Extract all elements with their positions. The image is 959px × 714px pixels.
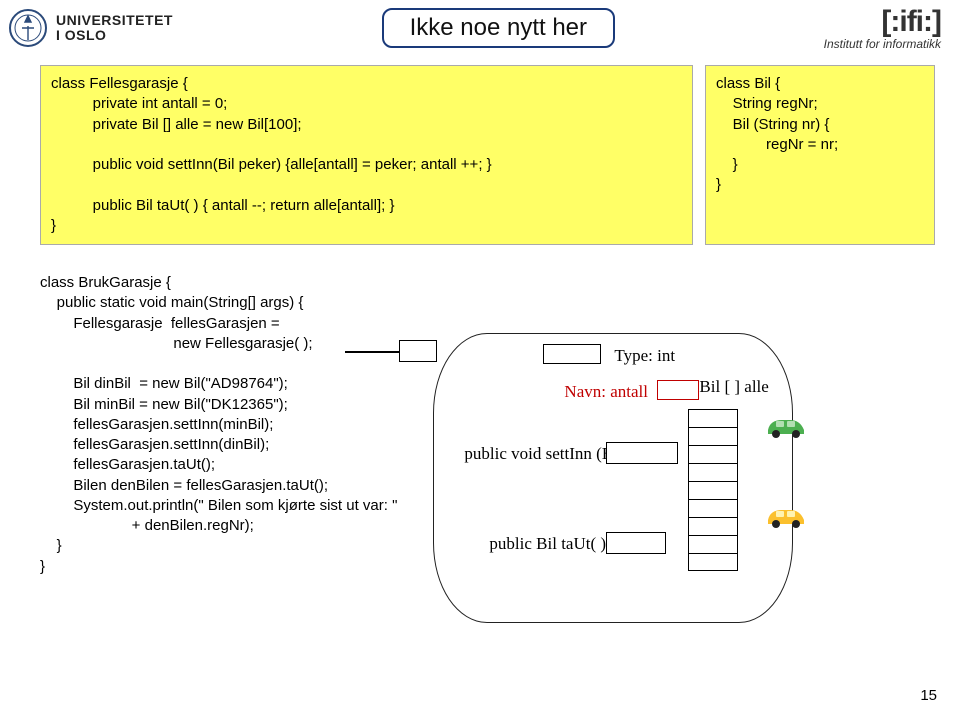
object-diagram: Type: int Navn: antall Bil [ ] alle publ… [433, 333, 793, 623]
code-row-top: class Fellesgarasje { private int antall… [0, 55, 959, 245]
car-yellow-icon [764, 502, 808, 530]
page-number: 15 [920, 687, 937, 704]
array-slot [688, 535, 738, 553]
ifi-subtitle: Institutt for informatikk [824, 37, 941, 51]
connector-box [399, 340, 437, 362]
ifi-logo-text: [:ifi:] [824, 8, 941, 35]
type-label: Type: int [614, 346, 675, 366]
array-label: Bil [ ] alle [699, 377, 768, 397]
array-slot [688, 553, 738, 571]
array-slot [688, 499, 738, 517]
array-slot [688, 517, 738, 535]
connector-line [345, 351, 403, 353]
uni-line1: UNIVERSITETET [56, 13, 173, 28]
array-slot [688, 481, 738, 499]
array-slot [688, 463, 738, 481]
uio-logo-block: UNIVERSITETET I OSLO [8, 8, 173, 48]
name-label: Navn: antall [564, 382, 648, 402]
bottom-row: class BrukGarasje { public static void m… [0, 245, 959, 623]
slide-header: UNIVERSITETET I OSLO Ikke noe nytt her [… [0, 0, 959, 55]
university-name: UNIVERSITETET I OSLO [56, 13, 173, 42]
ifi-logo-block: [:ifi:] Institutt for informatikk [824, 8, 941, 51]
method-taut-box [606, 532, 666, 554]
code-bil: class Bil { String regNr; Bil (String nr… [705, 65, 935, 245]
code-fellesgarasje: class Fellesgarasje { private int antall… [40, 65, 693, 245]
method-taut-label: public Bil taUt( ) [489, 534, 606, 554]
antall-box [657, 380, 699, 400]
array-slot [688, 445, 738, 463]
uio-seal-icon [8, 8, 48, 48]
array-slot [688, 409, 738, 427]
code-brukgarasje: class BrukGarasje { public static void m… [40, 273, 397, 577]
slide-banner: Ikke noe nytt her [382, 8, 615, 48]
method-settinn-box [606, 442, 678, 464]
array-slot [688, 427, 738, 445]
array-slots [688, 409, 738, 571]
uni-line2: I OSLO [56, 28, 173, 43]
type-box [543, 344, 601, 364]
car-green-icon [764, 412, 808, 440]
